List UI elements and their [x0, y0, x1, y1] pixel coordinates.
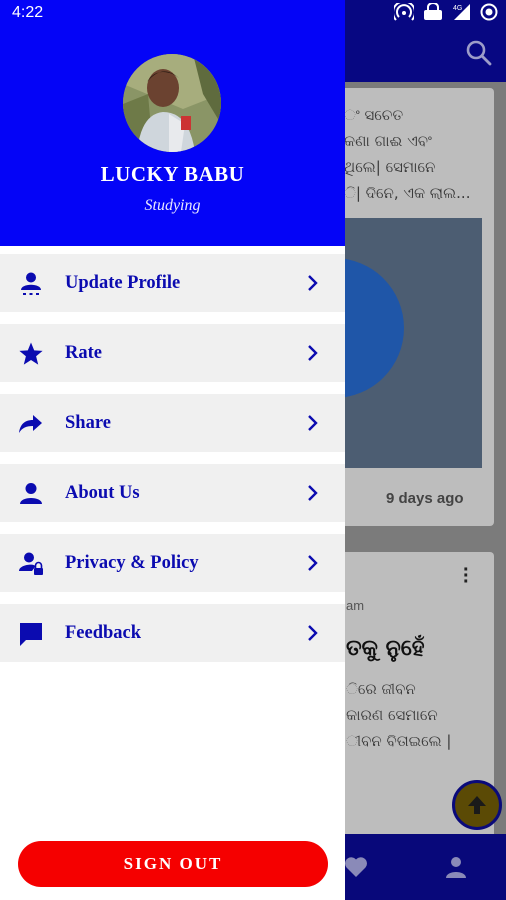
card-text-line: ୀବନ ବିତାଇଲେ |	[346, 732, 452, 750]
status-time: 4:22	[12, 4, 44, 21]
card-text-line: କାରଣ ସେମାନେ	[346, 706, 438, 724]
person-icon	[18, 481, 44, 507]
chevron-right-icon	[306, 344, 320, 367]
menu-item-label: Share	[65, 413, 111, 433]
person-lock-icon	[18, 551, 44, 577]
menu-item-label: Rate	[65, 343, 102, 363]
avatar[interactable]	[123, 54, 221, 152]
bottom-nav	[330, 834, 506, 900]
menu-item-privacy-policy[interactable]: Privacy & Policy	[0, 534, 345, 592]
profile-icon	[446, 857, 466, 878]
menu-item-label: Update Profile	[65, 273, 181, 293]
menu-item-feedback[interactable]: Feedback	[0, 604, 345, 662]
status-bar: 4:22 4G	[0, 0, 506, 26]
menu-item-rate[interactable]: Rate	[0, 324, 345, 382]
card-date: 9 days ago	[386, 490, 464, 507]
heart-icon	[345, 857, 367, 877]
card-meta: am	[346, 598, 365, 613]
card-text-line: ିରେ ଜୀବନ	[346, 680, 416, 698]
navigation-drawer: LUCKY BABU Studying Update Profile Rate …	[0, 0, 345, 900]
chevron-right-icon	[306, 624, 320, 647]
profile-name: LUCKY BABU	[100, 162, 245, 186]
menu-item-update-profile[interactable]: Update Profile	[0, 254, 345, 312]
drawer-header: LUCKY BABU Studying	[0, 0, 345, 246]
share-arrow-icon	[18, 411, 44, 437]
chevron-right-icon	[306, 414, 320, 437]
search-icon[interactable]	[466, 40, 492, 71]
menu-item-label: Feedback	[65, 623, 142, 643]
scroll-top-button[interactable]	[452, 780, 502, 830]
sign-out-button[interactable]: SIGN OUT	[18, 841, 328, 887]
card-image	[344, 218, 482, 468]
hotspot-icon	[394, 3, 414, 21]
card-text-line: କଣା ଗାଈ ଏବଂ	[344, 132, 432, 150]
person-list-icon	[18, 271, 44, 297]
card-text-line: ଥିଲେ| ସେମାନେ	[344, 158, 436, 176]
feedback-icon	[18, 621, 44, 647]
signal-4g-icon: 4G	[453, 4, 470, 20]
star-icon	[18, 341, 44, 367]
battery-icon	[480, 3, 498, 21]
chevron-right-icon	[306, 554, 320, 577]
chevron-right-icon	[306, 484, 320, 507]
card-text-line: ଂ ସଚେତ	[344, 106, 404, 124]
profile-subtitle: Studying	[144, 197, 201, 214]
menu-item-about-us[interactable]: About Us	[0, 464, 345, 522]
menu-item-label: Privacy & Policy	[65, 553, 199, 573]
vpn-icon	[424, 3, 442, 20]
card-heading: ତକୁ ନୁହେଁ	[346, 636, 425, 661]
more-options-icon[interactable]: · · ·	[463, 560, 470, 592]
menu-item-share[interactable]: Share	[0, 394, 345, 452]
arrow-up-icon	[468, 796, 486, 814]
svg-text:4G: 4G	[453, 5, 462, 12]
menu-item-label: About Us	[65, 483, 140, 503]
chevron-right-icon	[306, 274, 320, 297]
card-text-line: ି| ଦିନେ, ଏକ ଲାଲ...	[344, 184, 471, 202]
